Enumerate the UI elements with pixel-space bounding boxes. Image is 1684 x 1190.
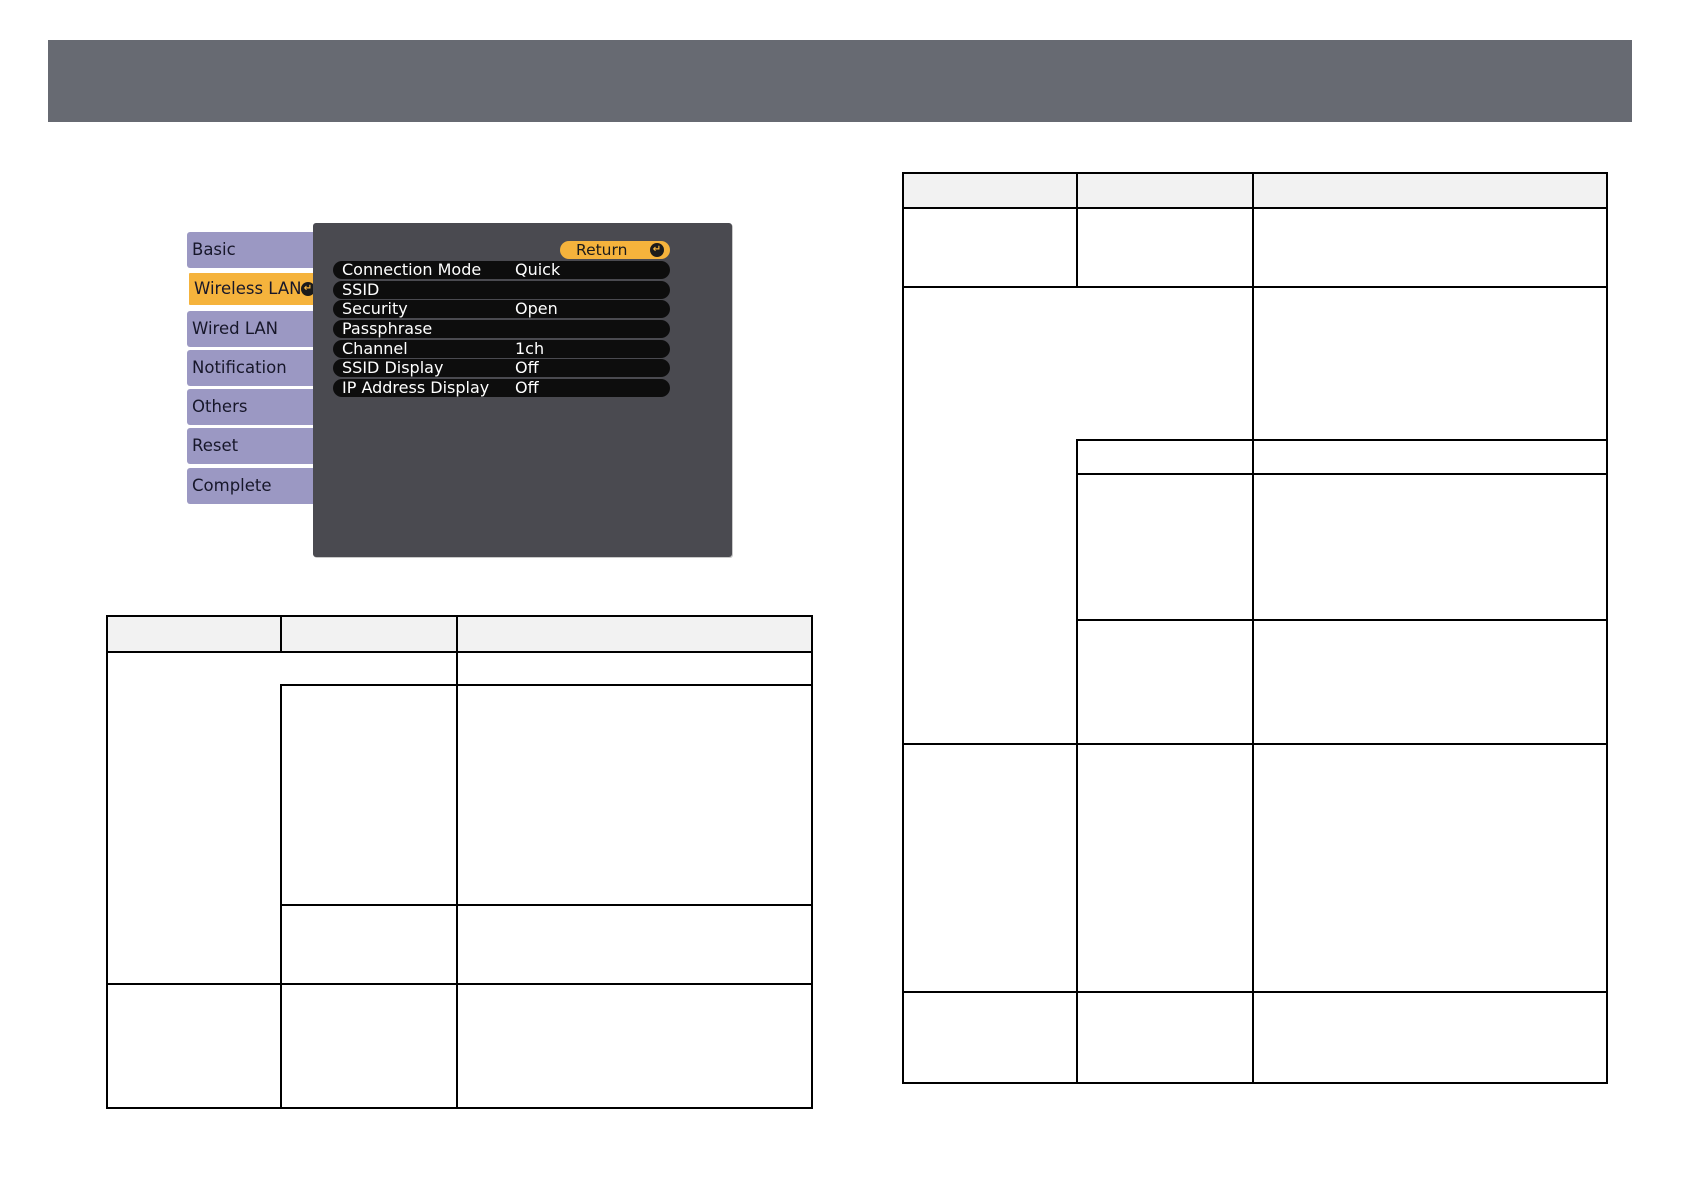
enter-icon: ↵ [650, 243, 664, 257]
table-border [280, 615, 282, 653]
table-border [1076, 439, 1608, 441]
return-button[interactable]: Return ↵ [560, 241, 670, 259]
table-border [106, 983, 813, 985]
table-border [106, 1107, 813, 1109]
setting-row-security[interactable]: Security Open [333, 299, 670, 319]
setting-value: 1ch [515, 338, 545, 358]
table-border [1076, 473, 1608, 475]
table-border [902, 1082, 1608, 1084]
table-header-row [107, 616, 812, 651]
table-border [902, 172, 1608, 174]
table-border [106, 615, 108, 1109]
osd-tab-wired-lan[interactable]: Wired LAN [187, 310, 323, 347]
setting-value: Open [515, 299, 558, 319]
osd-tab-label: Notification [192, 357, 287, 377]
setting-label: SSID Display [342, 358, 444, 378]
osd-tab-label: Basic [192, 240, 236, 259]
setting-row-passphrase[interactable]: Passphrase [333, 319, 670, 339]
setting-value: Quick [515, 260, 561, 279]
table-border [280, 684, 282, 1109]
osd-tab-others[interactable]: Others [187, 389, 323, 426]
setting-value: Off [515, 378, 539, 398]
table-border [1076, 172, 1078, 288]
setting-label: Security [342, 299, 408, 319]
osd-tab-list: Basic Wireless LAN ↵ Wired LAN Notificati… [187, 232, 323, 507]
setting-label: Channel [342, 338, 408, 358]
osd-tab-label: Wireless LAN [194, 279, 302, 299]
osd-tab-wireless-lan[interactable]: Wireless LAN ↵ [187, 271, 323, 308]
setting-label: IP Address Display [342, 378, 490, 398]
table-border [1606, 172, 1608, 1084]
osd-tab-reset[interactable]: Reset [187, 428, 323, 465]
table-border [280, 904, 813, 906]
setting-row-ssid[interactable]: SSID [333, 279, 670, 299]
table-border [1076, 439, 1078, 1084]
table-border [902, 172, 904, 1084]
setting-row-ip-address-display[interactable]: IP Address Display Off [333, 378, 670, 398]
setting-label: Connection Mode [342, 260, 482, 279]
setting-label: Passphrase [342, 319, 433, 339]
table-border [1252, 172, 1254, 1084]
osd-tab-label: Complete [192, 475, 272, 495]
table-border [902, 286, 1608, 288]
osd-tab-complete[interactable]: Complete [187, 467, 323, 504]
table-border [456, 615, 458, 1109]
osd-tab-label: Others [192, 397, 248, 417]
setting-label: SSID [342, 279, 380, 299]
osd-tab-label: Reset [192, 436, 239, 456]
setting-row-connection-mode[interactable]: Connection Mode Quick [333, 261, 670, 279]
table-border [1076, 619, 1608, 621]
table-border [902, 743, 1608, 745]
table-border [280, 684, 813, 686]
table-border [106, 651, 813, 653]
table-border [902, 207, 1608, 209]
osd-tab-notification[interactable]: Notification [187, 349, 323, 386]
osd-tab-label: Wired LAN [192, 318, 279, 338]
return-label: Return [576, 241, 628, 259]
table-border [902, 991, 1608, 993]
osd-settings-panel: Return ↵ Connection Mode Quick SSID Secur… [313, 223, 732, 557]
table-border [811, 615, 813, 1109]
osd-settings-list: Connection Mode Quick SSID Security Open P… [333, 261, 670, 399]
setting-value: Off [515, 358, 539, 378]
page-header-bar [48, 40, 1632, 122]
setting-row-channel[interactable]: Channel 1ch [333, 338, 670, 358]
table-border [106, 615, 813, 617]
table-header-row [903, 173, 1607, 208]
osd-tab-basic[interactable]: Basic [187, 232, 323, 268]
setting-row-ssid-display[interactable]: SSID Display Off [333, 358, 670, 378]
